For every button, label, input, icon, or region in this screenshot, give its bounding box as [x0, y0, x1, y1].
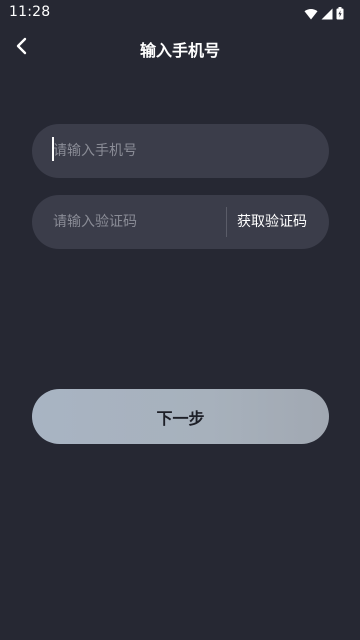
battery-icon	[336, 5, 344, 24]
verification-code-field: 获取验证码	[32, 195, 329, 249]
status-time: 11:28	[9, 4, 51, 20]
phone-input[interactable]	[53, 124, 303, 178]
next-button-label: 下一步	[156, 408, 205, 428]
text-cursor	[52, 137, 54, 161]
get-code-button[interactable]: 获取验证码	[237, 195, 307, 249]
field-divider	[226, 207, 227, 237]
page-title: 输入手机号	[139, 41, 220, 60]
header-bar: 输入手机号	[0, 24, 360, 72]
phone-login-screen: 11:28 输入手机号 请输入手机号 请输入验证码 获取验证码 下一步	[0, 0, 360, 640]
phone-field	[32, 124, 329, 178]
status-icons	[304, 5, 344, 24]
next-button[interactable]: 下一步	[32, 389, 329, 444]
verification-code-input[interactable]	[53, 195, 223, 249]
status-bar: 11:28	[0, 0, 360, 24]
wifi-icon	[304, 5, 318, 24]
signal-icon	[321, 5, 333, 24]
